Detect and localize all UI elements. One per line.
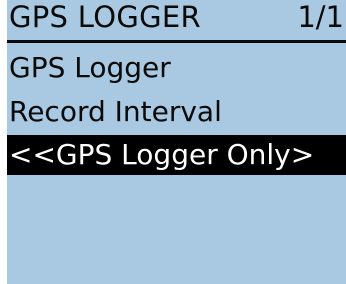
menu-item-label: <<GPS Logger Only> bbox=[9, 138, 315, 171]
page-indicator: 1/1 bbox=[297, 0, 344, 34]
menu-item-label: Record Interval bbox=[9, 95, 222, 128]
menu-item-record-interval[interactable]: Record Interval bbox=[7, 90, 346, 134]
menu-header: GPS LOGGER 1/1 bbox=[7, 0, 346, 43]
menu-item-label: GPS Logger bbox=[9, 51, 171, 84]
menu-item-gps-logger-only[interactable]: <<GPS Logger Only> bbox=[7, 135, 346, 175]
menu-item-gps-logger[interactable]: GPS Logger bbox=[7, 46, 346, 90]
lcd-screen: GPS LOGGER 1/1 GPS Logger Record Interva… bbox=[7, 0, 346, 284]
menu-title: GPS LOGGER bbox=[9, 0, 201, 34]
menu-list: GPS Logger Record Interval <<GPS Logger … bbox=[7, 46, 346, 175]
header-divider bbox=[7, 40, 346, 43]
